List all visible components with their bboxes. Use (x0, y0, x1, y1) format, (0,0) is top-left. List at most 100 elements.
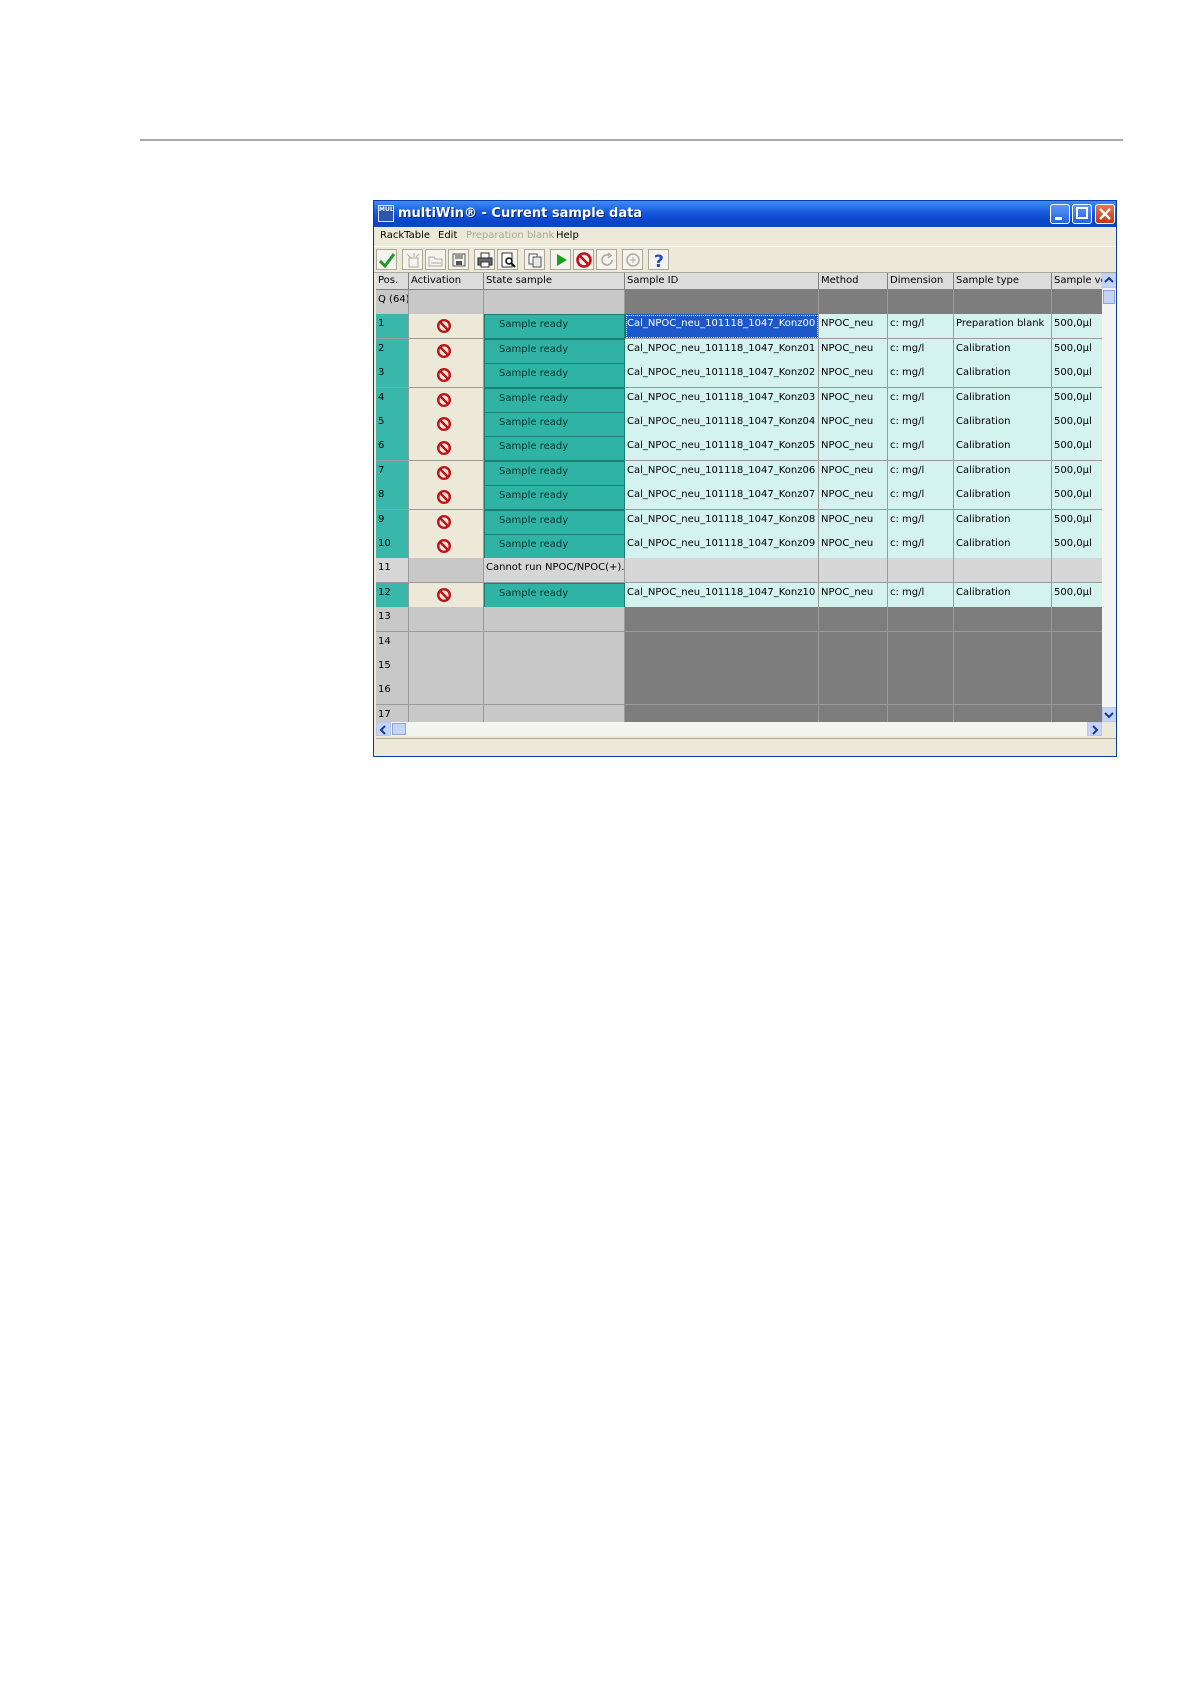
scroll-up-button[interactable] (1102, 273, 1116, 288)
cell-dimension[interactable] (888, 656, 954, 681)
table-row[interactable]: 6 Sample ready Cal_NPOC_neu_101118_1047_Ko… (376, 436, 1102, 462)
cell-sample-volume[interactable] (1052, 656, 1102, 681)
vertical-scrollbar[interactable] (1102, 273, 1116, 722)
cell-sample-type[interactable] (954, 290, 1052, 315)
cell-dimension[interactable] (888, 607, 954, 633)
cell-pos[interactable]: 9 (376, 509, 409, 535)
cell-sample-volume[interactable]: 500,0µl (1052, 460, 1102, 486)
cell-state[interactable]: Sample ready (484, 338, 625, 364)
no-entry-icon[interactable] (436, 489, 452, 505)
cell-sample-type[interactable]: Calibration (954, 485, 1052, 511)
cell-method[interactable]: NPOC_neu (819, 338, 888, 364)
cell-pos[interactable]: 12 (376, 582, 409, 608)
col-header-sample-id[interactable]: Sample ID (625, 273, 819, 290)
cell-pos[interactable]: 4 (376, 387, 409, 413)
cell-activation[interactable] (409, 460, 484, 486)
cell-pos[interactable]: 5 (376, 412, 409, 437)
cell-sample-type[interactable] (954, 680, 1052, 706)
maximize-button[interactable] (1072, 204, 1092, 224)
scroll-left-button[interactable] (376, 722, 391, 736)
cell-dimension[interactable]: c: mg/l (888, 436, 954, 462)
scroll-right-button[interactable] (1087, 722, 1102, 736)
cell-sample-id[interactable]: Cal_NPOC_neu_101118_1047_Konz04 (625, 412, 819, 437)
cell-state[interactable]: Sample ready (484, 436, 625, 462)
cell-state[interactable] (484, 631, 625, 657)
cell-pos[interactable]: 10 (376, 534, 409, 559)
cell-sample-id[interactable]: Cal_NPOC_neu_101118_1047_Konz06 (625, 460, 819, 486)
cell-sample-id[interactable] (625, 290, 819, 315)
cell-activation[interactable] (409, 436, 484, 462)
cell-sample-volume[interactable] (1052, 607, 1102, 633)
table-row[interactable]: 2 Sample ready Cal_NPOC_neu_101118_1047_Ko… (376, 338, 1102, 364)
cell-activation[interactable] (409, 314, 484, 340)
cell-activation[interactable] (409, 387, 484, 413)
cell-dimension[interactable]: c: mg/l (888, 363, 954, 389)
menu-edit[interactable]: Edit (438, 230, 457, 241)
cell-pos[interactable]: 13 (376, 607, 409, 633)
cell-method[interactable]: NPOC_neu (819, 509, 888, 535)
cell-method[interactable] (819, 704, 888, 722)
cell-sample-type[interactable]: Calibration (954, 363, 1052, 389)
cell-activation[interactable] (409, 509, 484, 535)
menu-help[interactable]: Help (556, 230, 579, 241)
cell-sample-volume[interactable] (1052, 290, 1102, 315)
cell-method[interactable]: NPOC_neu (819, 582, 888, 608)
cell-sample-id[interactable] (625, 656, 819, 681)
cell-dimension[interactable] (888, 680, 954, 706)
cell-sample-id[interactable] (625, 680, 819, 706)
cell-sample-type[interactable]: Calibration (954, 436, 1052, 462)
cell-pos[interactable]: 1 (376, 314, 409, 340)
table-row[interactable]: 4 Sample ready Cal_NPOC_neu_101118_1047_Ko… (376, 387, 1102, 413)
cell-state[interactable] (484, 656, 625, 681)
cell-state[interactable]: Sample ready (484, 582, 625, 608)
cell-pos[interactable]: 7 (376, 460, 409, 486)
cell-activation[interactable] (409, 534, 484, 559)
cell-sample-type[interactable]: Calibration (954, 534, 1052, 559)
table-row[interactable]: Q (64) (376, 290, 1102, 315)
cell-method[interactable] (819, 558, 888, 584)
cell-sample-type[interactable]: Calibration (954, 412, 1052, 437)
cell-pos[interactable]: 15 (376, 656, 409, 681)
cell-method[interactable]: NPOC_neu (819, 314, 888, 340)
cell-pos[interactable]: Q (64) (376, 290, 409, 315)
no-entry-icon[interactable] (436, 392, 452, 408)
no-entry-icon[interactable] (436, 440, 452, 456)
cell-method[interactable]: NPOC_neu (819, 436, 888, 462)
table-row[interactable]: 7 Sample ready Cal_NPOC_neu_101118_1047_Ko… (376, 460, 1102, 486)
table-row[interactable]: 3 Sample ready Cal_NPOC_neu_101118_1047_Ko… (376, 363, 1102, 389)
cell-activation[interactable] (409, 704, 484, 722)
menu-preparation-blank[interactable]: Preparation blank (466, 230, 554, 241)
table-row[interactable]: 15 (376, 656, 1102, 681)
cell-sample-volume[interactable]: 500,0µl (1052, 582, 1102, 608)
cell-method[interactable]: NPOC_neu (819, 460, 888, 486)
no-entry-icon[interactable] (436, 367, 452, 383)
cell-method[interactable] (819, 607, 888, 633)
table-row[interactable]: 1 Sample ready Cal_NPOC_neu_101118_1047_Ko… (376, 314, 1102, 340)
refresh-button[interactable] (596, 249, 617, 270)
cell-pos[interactable]: 2 (376, 338, 409, 364)
cell-pos[interactable]: 14 (376, 631, 409, 657)
cell-dimension[interactable]: c: mg/l (888, 314, 954, 340)
cell-sample-volume[interactable]: 500,0µl (1052, 363, 1102, 389)
cell-dimension[interactable] (888, 704, 954, 722)
cell-pos[interactable]: 17 (376, 704, 409, 722)
cell-sample-id[interactable]: Cal_NPOC_neu_101118_1047_Konz10 (625, 582, 819, 608)
cell-method[interactable] (819, 680, 888, 706)
cell-sample-type[interactable]: Calibration (954, 582, 1052, 608)
cell-state[interactable] (484, 680, 625, 706)
col-header-sample-volume[interactable]: Sample vo (1052, 273, 1102, 290)
cell-sample-id[interactable]: Cal_NPOC_neu_101118_1047_Konz08 (625, 509, 819, 535)
cell-dimension[interactable] (888, 558, 954, 584)
cell-sample-volume[interactable]: 500,0µl (1052, 338, 1102, 364)
cell-sample-id[interactable] (625, 607, 819, 633)
cell-state[interactable] (484, 704, 625, 722)
title-bar[interactable]: MULTI multiWin® - Current sample data (374, 201, 1116, 227)
col-header-activation[interactable]: Activation (409, 273, 484, 290)
table-row[interactable]: 16 (376, 680, 1102, 706)
cell-dimension[interactable]: c: mg/l (888, 460, 954, 486)
horizontal-scrollbar[interactable] (376, 722, 1102, 736)
cell-sample-volume[interactable] (1052, 631, 1102, 657)
cell-dimension[interactable]: c: mg/l (888, 485, 954, 511)
cell-dimension[interactable]: c: mg/l (888, 582, 954, 608)
cell-sample-type[interactable]: Calibration (954, 338, 1052, 364)
